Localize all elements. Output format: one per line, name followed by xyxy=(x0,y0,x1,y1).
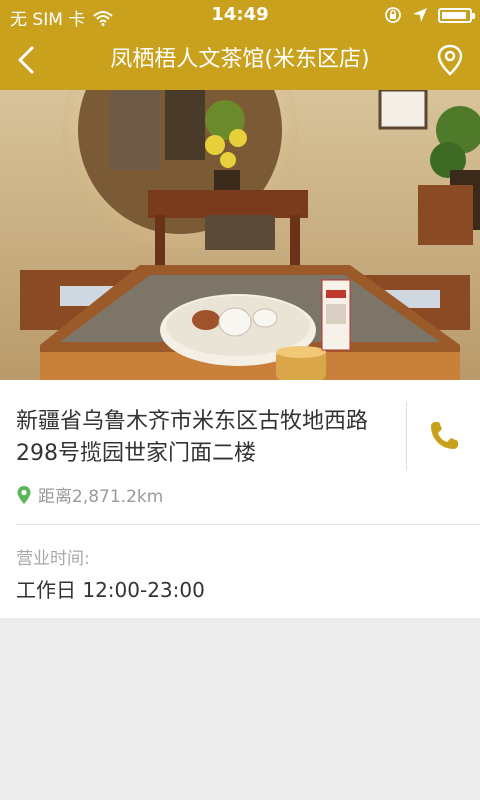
store-photo-illustration xyxy=(0,90,480,380)
store-address: 新疆省乌鲁木齐市米东区古牧地西路298号揽园世家门面二楼 xyxy=(16,409,369,466)
status-bar: 无 SIM 卡 14:49 xyxy=(0,0,480,30)
location-arrow-icon xyxy=(413,8,427,22)
location-pin-icon[interactable] xyxy=(430,40,470,80)
distance-text: 距离2,871.2km xyxy=(38,487,164,507)
rotation-lock-icon xyxy=(385,7,401,23)
store-photo xyxy=(0,90,480,380)
distance-row: 距离2,871.2km xyxy=(16,482,163,507)
back-button[interactable] xyxy=(8,40,48,80)
business-hours: 工作日 12:00-23:00 xyxy=(16,578,205,602)
battery-icon xyxy=(438,7,475,23)
location-pin-icon xyxy=(17,485,31,504)
business-hours-label: 营业时间: xyxy=(16,549,90,569)
phone-icon[interactable] xyxy=(426,418,462,454)
nav-bar: 凤栖梧人文茶馆(米东区店) xyxy=(0,30,480,90)
page-title: 凤栖梧人文茶馆(米东区店) xyxy=(110,47,370,72)
store-info-panel: 新疆省乌鲁木齐市米东区古牧地西路298号揽园世家门面二楼 距离2,871.2km… xyxy=(0,380,480,618)
vertical-divider xyxy=(406,402,407,470)
divider xyxy=(16,524,480,525)
